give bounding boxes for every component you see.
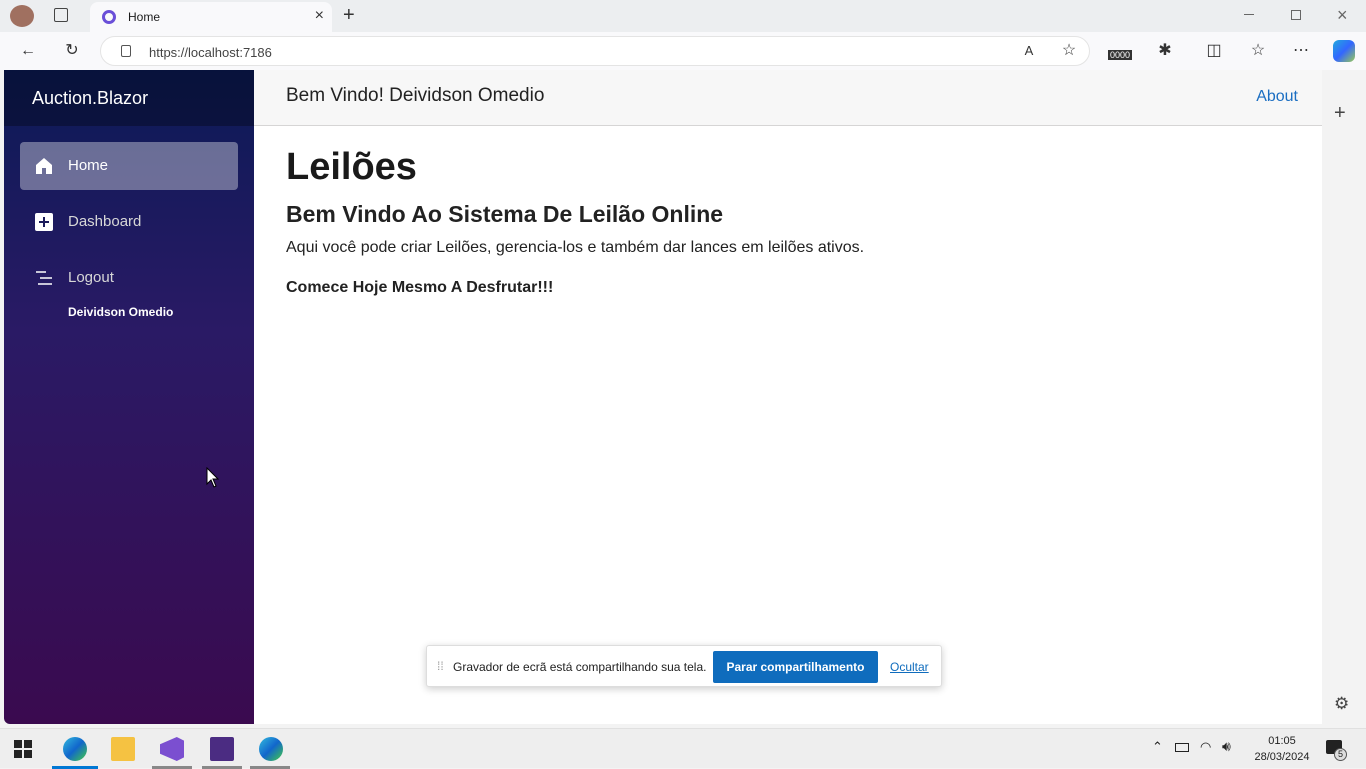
notifications-icon[interactable]: 5 <box>1326 740 1347 761</box>
system-clock[interactable]: 01:05 28/03/2024 <box>1250 733 1314 765</box>
plus-square-icon <box>35 213 53 231</box>
stop-sharing-button[interactable]: Parar compartilhamento <box>713 651 878 683</box>
home-icon <box>36 158 52 174</box>
visual-studio-icon[interactable] <box>160 737 184 761</box>
tab-title: Home <box>128 10 161 24</box>
sidebar-item-label: Home <box>68 157 109 174</box>
drag-handle-icon[interactable]: ⁞⁞ <box>437 659 444 673</box>
new-tab-icon[interactable]: + <box>343 4 355 27</box>
close-window-icon[interactable]: × <box>1337 5 1348 26</box>
hide-link[interactable]: Ocultar <box>890 660 929 674</box>
back-icon[interactable]: ← <box>16 39 40 63</box>
share-message: Gravador de ecrã está compartilhando sua… <box>453 660 707 674</box>
top-row: Bem Vindo! Deividson Omedio About <box>254 70 1322 126</box>
address-bar-row: ← ↻ https://localhost:7186 A ☆ 0000 ✱ ◫ … <box>0 32 1366 70</box>
sidebar-item-label: Logout <box>68 269 114 286</box>
split-screen-icon[interactable]: ◫ <box>1202 39 1226 63</box>
minimize-icon[interactable] <box>1244 14 1254 15</box>
sidebar-item-label: Dashboard <box>68 213 142 230</box>
profile-icon[interactable] <box>10 5 34 27</box>
counter-extension-icon[interactable]: 0000 <box>1108 40 1134 62</box>
brand-bar: Auction.Blazor <box>4 70 254 126</box>
extensions-icon[interactable]: ✱ <box>1153 39 1177 63</box>
brand-link[interactable]: Auction.Blazor <box>32 88 148 109</box>
favorites-icon[interactable]: ☆ <box>1246 39 1270 63</box>
taskbar: ⌃ ◠ 🔊︎ 01:05 28/03/2024 5 <box>0 728 1366 769</box>
welcome-text: Bem Vindo! Deividson Omedio <box>286 85 545 106</box>
restore-icon[interactable] <box>1291 10 1301 20</box>
page-title: Leilões <box>286 146 417 188</box>
close-tab-icon[interactable]: × <box>315 7 324 25</box>
lock-icon[interactable] <box>121 45 131 57</box>
blazor-tab-icon <box>102 10 116 24</box>
read-aloud-icon[interactable]: A <box>1017 39 1041 63</box>
settings-gear-icon[interactable]: ⚙ <box>1334 694 1349 714</box>
about-link[interactable]: About <box>1256 88 1298 106</box>
refresh-icon[interactable]: ↻ <box>60 39 84 63</box>
battery-icon[interactable] <box>1175 743 1189 752</box>
terminal-icon[interactable] <box>210 737 234 761</box>
edge-taskbar-icon[interactable] <box>63 737 87 761</box>
sidebar-item-dashboard[interactable]: Dashboard <box>20 198 238 246</box>
more-icon[interactable]: ⋯ <box>1289 39 1313 63</box>
sidebar: Auction.Blazor Home Dashboard Logout Dei… <box>4 70 254 724</box>
browser-side-rail: + ⚙ <box>1322 70 1366 724</box>
edge-taskbar-icon[interactable] <box>259 737 283 761</box>
clock-time: 01:05 <box>1268 735 1296 747</box>
sidebar-item-home[interactable]: Home <box>20 142 238 190</box>
add-sidebar-icon[interactable]: + <box>1334 102 1346 125</box>
tab-home[interactable]: Home × <box>90 2 332 32</box>
favorite-icon[interactable]: ☆ <box>1057 39 1081 63</box>
volume-icon[interactable]: 🔊︎ <box>1222 738 1231 755</box>
chevron-up-icon[interactable]: ⌃ <box>1152 739 1163 755</box>
list-icon <box>36 271 52 285</box>
sidebar-username: Deividson Omedio <box>68 305 174 319</box>
page-subtitle: Bem Vindo Ao Sistema De Leilão Online <box>286 201 724 227</box>
clock-date: 28/03/2024 <box>1254 751 1310 763</box>
copilot-icon[interactable] <box>1333 40 1355 62</box>
page-cta: Comece Hoje Mesmo A Desfrutar!!! <box>286 279 554 296</box>
browser-tab-bar: Home × + × <box>0 0 1366 32</box>
notification-count: 5 <box>1334 748 1347 761</box>
url-text: https://localhost:7186 <box>149 45 272 60</box>
workspaces-icon[interactable] <box>54 8 68 22</box>
web-page: Auction.Blazor Home Dashboard Logout Dei… <box>4 70 1322 724</box>
screen-share-bar: ⁞⁞ Gravador de ecrã está compartilhando … <box>426 645 942 687</box>
url-field[interactable]: https://localhost:7186 A ☆ <box>100 36 1090 66</box>
file-explorer-icon[interactable] <box>111 737 135 761</box>
windows-start-icon[interactable] <box>14 740 32 758</box>
sidebar-item-logout[interactable]: Logout <box>20 254 238 302</box>
counter-badge: 0000 <box>1108 50 1133 60</box>
wifi-icon[interactable]: ◠ <box>1200 739 1211 755</box>
mouse-cursor-icon <box>206 467 220 488</box>
page-description: Aqui você pode criar Leilões, gerencia-l… <box>286 239 865 256</box>
